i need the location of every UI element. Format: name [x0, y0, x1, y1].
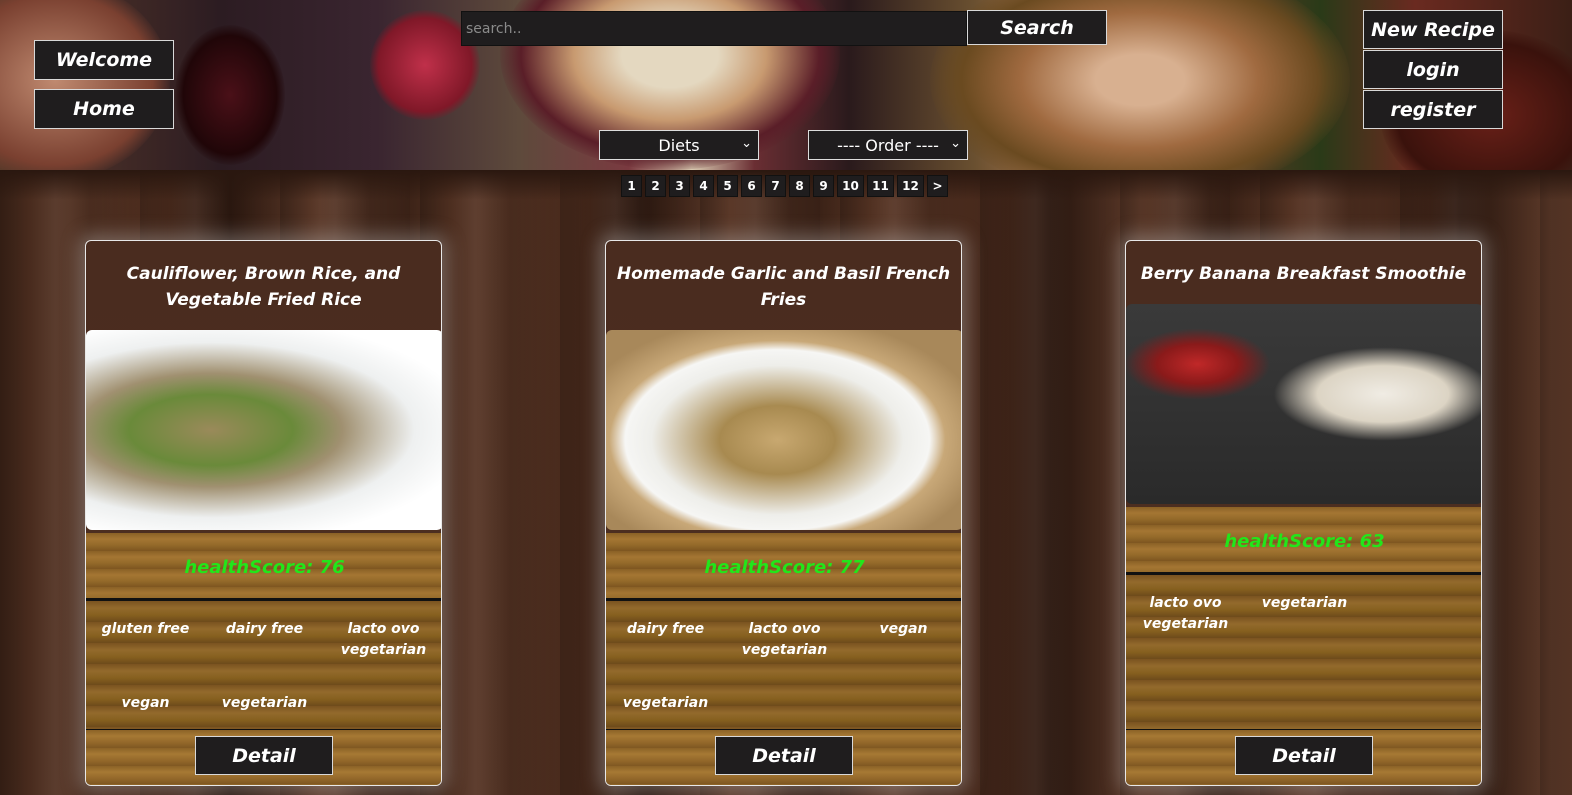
diet-tag: lacto ovo vegetarian [741, 621, 828, 658]
new-recipe-button[interactable]: New Recipe [1363, 10, 1503, 49]
order-select-value: ---- Order ---- [837, 135, 939, 155]
detail-band: Detail [1126, 730, 1481, 785]
diet-tag: lacto ovo vegetarian [340, 621, 427, 658]
detail-button[interactable]: Detail [715, 736, 853, 775]
recipe-card: Cauliflower, Brown Rice, and Vegetable F… [85, 240, 442, 786]
diet-tag: vegetarian [622, 695, 709, 711]
diets-select-value: Diets [658, 135, 700, 155]
health-score-band: healthScore: 77 [606, 533, 961, 601]
diet-tag: vegetarian [1261, 595, 1348, 611]
diet-tag: lacto ovo vegetarian [1142, 595, 1229, 632]
page-button-3[interactable]: 3 [669, 175, 690, 197]
health-score: healthScore: 63 [1224, 530, 1385, 552]
recipe-image [1126, 304, 1481, 504]
detail-button[interactable]: Detail [195, 736, 333, 775]
page-button-10[interactable]: 10 [837, 175, 864, 197]
recipe-title: Berry Banana Breakfast Smoothie [1140, 264, 1467, 284]
search-input[interactable]: search.. [461, 11, 967, 46]
diet-tag: vegetarian [221, 695, 308, 711]
diet-tag: vegan [879, 621, 928, 637]
diet-tag: dairy free [626, 621, 705, 637]
diet-list: lacto ovo vegetarian vegetarian [1126, 572, 1481, 732]
diet-tag: gluten free [101, 621, 190, 637]
home-button[interactable]: Home [34, 89, 174, 129]
health-score: healthScore: 76 [184, 556, 345, 578]
login-button[interactable]: login [1363, 50, 1503, 89]
detail-band: Detail [86, 730, 441, 785]
page-button-11[interactable]: 11 [867, 175, 894, 197]
recipe-title: Cauliflower, Brown Rice, and Vegetable F… [126, 264, 401, 310]
recipe-title: Homemade Garlic and Basil French Fries [616, 264, 951, 310]
diet-tag: vegan [121, 695, 170, 711]
recipe-card: Berry Banana Breakfast Smoothie healthSc… [1125, 240, 1482, 786]
search-button[interactable]: Search [967, 10, 1107, 45]
detail-band: Detail [606, 730, 961, 785]
page-button-9[interactable]: 9 [813, 175, 834, 197]
page-button-2[interactable]: 2 [645, 175, 666, 197]
diet-list: gluten free dairy free lacto ovo vegetar… [86, 598, 441, 732]
welcome-button[interactable]: Welcome [34, 40, 174, 80]
chevron-down-icon: ⌄ [741, 136, 752, 151]
pagination: 1 2 3 4 5 6 7 8 9 10 11 12 > [621, 175, 948, 199]
page-button-12[interactable]: 12 [897, 175, 924, 197]
health-score-band: healthScore: 63 [1126, 507, 1481, 575]
next-page-button[interactable]: > [927, 175, 948, 197]
page-button-6[interactable]: 6 [741, 175, 762, 197]
search-placeholder: search.. [466, 20, 522, 37]
register-button[interactable]: register [1363, 90, 1503, 129]
recipe-card: Homemade Garlic and Basil French Fries h… [605, 240, 962, 786]
health-score: healthScore: 77 [704, 556, 865, 578]
diets-select[interactable]: Diets ⌄ [599, 130, 759, 160]
recipe-image [606, 330, 961, 530]
recipe-image [86, 330, 441, 530]
page-button-5[interactable]: 5 [717, 175, 738, 197]
page-button-7[interactable]: 7 [765, 175, 786, 197]
diet-list: dairy free lacto ovo vegetarian vegan ve… [606, 598, 961, 732]
page-button-8[interactable]: 8 [789, 175, 810, 197]
order-select[interactable]: ---- Order ---- ⌄ [808, 130, 968, 160]
diet-tag: dairy free [225, 621, 304, 637]
page-button-4[interactable]: 4 [693, 175, 714, 197]
chevron-down-icon: ⌄ [950, 136, 961, 151]
page-button-1[interactable]: 1 [621, 175, 642, 197]
health-score-band: healthScore: 76 [86, 533, 441, 601]
detail-button[interactable]: Detail [1235, 736, 1373, 775]
